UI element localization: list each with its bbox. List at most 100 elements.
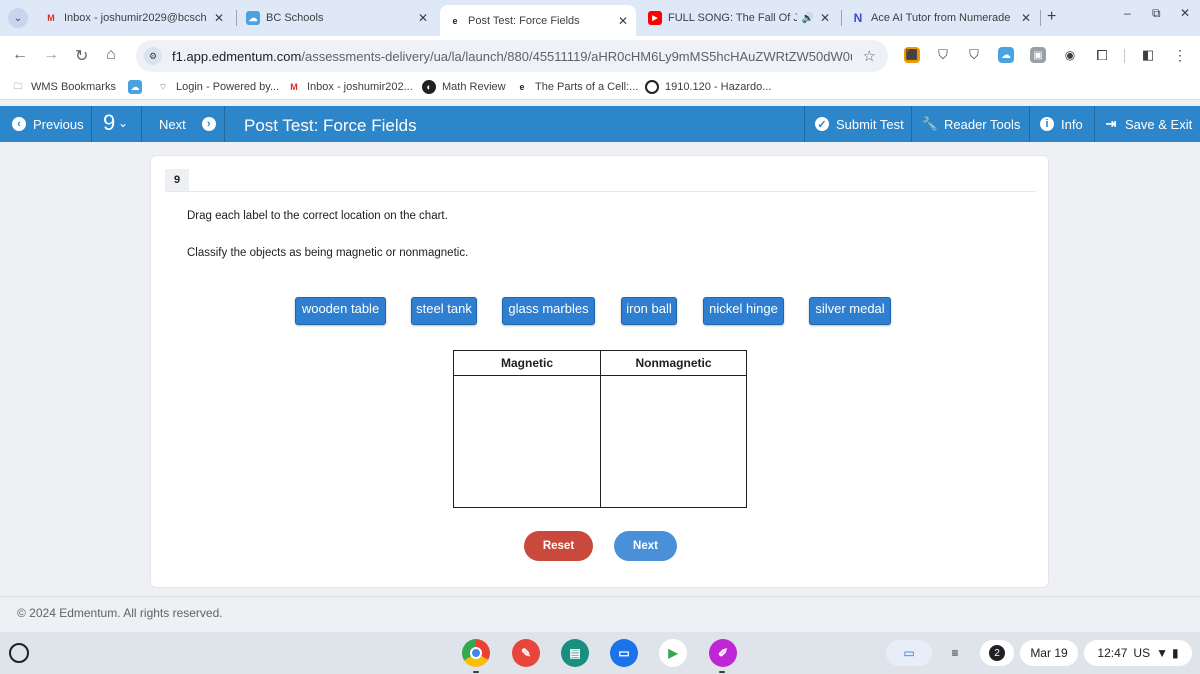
side-panel-icon[interactable]: ◧ (1140, 47, 1156, 63)
tab-youtube[interactable]: ▶ FULL SONG: The Fall Of J 🔊 ✕ (640, 6, 838, 30)
bookmark-item[interactable]: 1910.120 - Hazardo... (645, 80, 771, 94)
drag-label-glass-marbles[interactable]: glass marbles (502, 297, 595, 325)
chevron-down-icon: ⌄ (13, 12, 23, 24)
save-exit-button[interactable]: ⇥ Save & Exit (1104, 106, 1193, 142)
reload-icon[interactable]: ↻ (75, 46, 88, 66)
column-header-magnetic: Magnetic (454, 351, 600, 376)
next-button[interactable]: Next (614, 531, 677, 561)
reset-button[interactable]: Reset (524, 531, 593, 561)
os-shelf: ✎ ▤ ▭ ▶ ✐ ▭ ≡ 2 Mar 19 12:47 US ▼ ▮ (0, 632, 1200, 674)
wrench-icon: 🔧 (921, 116, 939, 131)
sign-out-icon: ⇥ (1105, 116, 1117, 131)
tab-numerade[interactable]: N Ace AI Tutor from Numerade ✕ (843, 6, 1039, 30)
bookmark-item[interactable]: e The Parts of a Cell:... (515, 80, 638, 94)
tab-gmail[interactable]: M Inbox - joshumir2029@bcsch ✕ (36, 6, 232, 30)
close-icon[interactable]: ✕ (820, 11, 830, 25)
column-header-nonmagnetic: Nonmagnetic (601, 351, 746, 376)
classroom-icon[interactable]: ▤ (561, 639, 589, 667)
canvas-icon[interactable]: ✐ (709, 639, 737, 667)
extension-icon[interactable]: ◉ (1062, 47, 1078, 63)
bookmark-star-icon[interactable]: ☆ (863, 47, 876, 65)
youtube-icon: ▶ (648, 11, 662, 25)
numerade-icon: N (853, 11, 863, 25)
puzzle-icon[interactable]: ⧠ (1094, 47, 1110, 63)
drag-label-wooden-table[interactable]: wooden table (295, 297, 386, 325)
notification-badge[interactable]: 2 (980, 640, 1014, 666)
drop-zone-magnetic[interactable] (454, 377, 600, 507)
bookmark-item[interactable]: ◐ Math Review (422, 80, 506, 94)
chevron-down-icon[interactable]: ⌄ (118, 116, 128, 130)
bookmark-item[interactable]: ☁ (128, 80, 148, 94)
next-button-header[interactable]: Next › (159, 106, 216, 142)
close-icon[interactable]: ✕ (1021, 11, 1031, 25)
launcher-button[interactable] (9, 643, 29, 663)
home-icon[interactable]: ⌂ (106, 46, 116, 64)
info-button[interactable]: i Info (1040, 106, 1083, 142)
back-arrow-icon[interactable]: ← (12, 46, 28, 64)
bookmark-item[interactable]: M Inbox - joshumir202... (287, 80, 413, 94)
restore-button[interactable]: ⧉ (1152, 6, 1161, 21)
check-icon: ✓ (815, 117, 829, 131)
playlist-icon[interactable]: ≡ (942, 640, 968, 666)
browser-tab-strip: ⌄ M Inbox - joshumir2029@bcsch ✕ ☁ BC Sc… (0, 0, 1200, 36)
drag-label-nickel-hinge[interactable]: nickel hinge (703, 297, 784, 325)
menu-icon[interactable]: ⋮ (1172, 47, 1188, 63)
bookmark-item[interactable]: ⌔ Login - Powered by... (156, 80, 279, 94)
folder-icon: 🗀 (13, 81, 23, 91)
instruction-text: Drag each label to the correct location … (187, 210, 448, 222)
browser-toolbar: ← → ↻ ⌂ ⚙ f1.app.edmentum.com/assessment… (0, 36, 1200, 76)
shield-icon[interactable]: ⛉ (966, 47, 982, 63)
play-store-icon[interactable]: ▶ (659, 639, 687, 667)
previous-button[interactable]: ‹ Previous (12, 106, 84, 142)
globe-icon: ◐ (422, 80, 436, 94)
tab-post-test[interactable]: e Post Test: Force Fields ✕ (440, 5, 636, 36)
bookmark-folder[interactable]: 🗀 WMS Bookmarks (11, 80, 115, 94)
copyright-footer: © 2024 Edmentum. All rights reserved. (17, 606, 223, 620)
circle-icon (645, 80, 659, 94)
divider (165, 191, 1036, 192)
tab-title: Post Test: Force Fields (468, 14, 580, 27)
chrome-icon[interactable] (462, 639, 490, 667)
minimize-button[interactable]: – (1124, 6, 1131, 20)
cloud-icon[interactable]: ☁ (998, 47, 1014, 63)
tab-search-button[interactable]: ⌄ (8, 8, 28, 28)
files-icon[interactable]: ▭ (610, 639, 638, 667)
url-text[interactable]: f1.app.edmentum.com/assessments-delivery… (172, 49, 852, 64)
submit-test-button[interactable]: ✓ Submit Test (815, 106, 904, 142)
shield-icon[interactable]: ⛉ (935, 47, 951, 63)
tab-title: Ace AI Tutor from Numerade (871, 12, 1011, 24)
forward-arrow-icon[interactable]: → (43, 46, 59, 64)
chevron-left-icon: ‹ (12, 117, 26, 131)
date-display[interactable]: Mar 19 (1020, 640, 1078, 666)
tab-title: Inbox - joshumir2029@bcsch (64, 12, 207, 24)
question-selector[interactable]: 9 (103, 110, 115, 136)
info-icon: i (1040, 117, 1054, 131)
screen-capture-icon[interactable]: ▭ (886, 640, 932, 666)
drag-label-silver-medal[interactable]: silver medal (809, 297, 891, 325)
drag-label-iron-ball[interactable]: iron ball (621, 297, 677, 325)
extension-icon[interactable]: ⬛ (904, 47, 920, 63)
tab-bc-schools[interactable]: ☁ BC Schools ✕ (238, 6, 436, 30)
close-icon[interactable]: ✕ (418, 11, 428, 25)
edmentum-icon: e (519, 82, 525, 92)
extension-icon[interactable]: ▣ (1030, 47, 1046, 63)
new-tab-button[interactable]: + (1047, 8, 1056, 26)
drag-label-steel-tank[interactable]: steel tank (411, 297, 477, 325)
close-icon[interactable]: ✕ (618, 14, 628, 28)
cloud-icon: ☁ (128, 80, 142, 94)
chevron-right-icon: › (201, 117, 216, 131)
assessment-header: ‹ Previous 9 ⌄ Next › Post Test: Force Fie… (0, 106, 1200, 142)
question-card: 9 Drag each label to the correct locatio… (150, 155, 1049, 588)
status-area[interactable]: 12:47 US ▼ ▮ (1084, 640, 1192, 666)
close-icon[interactable]: ✕ (214, 11, 224, 25)
tab-title: FULL SONG: The Fall Of J (668, 12, 798, 24)
paint-icon[interactable]: ✎ (512, 639, 540, 667)
instruction-text: Classify the objects as being magnetic o… (187, 247, 469, 259)
drop-zone-nonmagnetic[interactable] (601, 377, 746, 507)
site-settings-icon[interactable]: ⚙ (144, 47, 162, 65)
address-bar[interactable]: ⚙ f1.app.edmentum.com/assessments-delive… (136, 40, 888, 72)
speaker-icon[interactable]: 🔊 (801, 13, 813, 24)
reader-tools-button[interactable]: 🔧 Reader Tools (921, 106, 1020, 142)
page-title: Post Test: Force Fields (244, 116, 417, 135)
close-window-button[interactable]: ✕ (1180, 6, 1190, 20)
